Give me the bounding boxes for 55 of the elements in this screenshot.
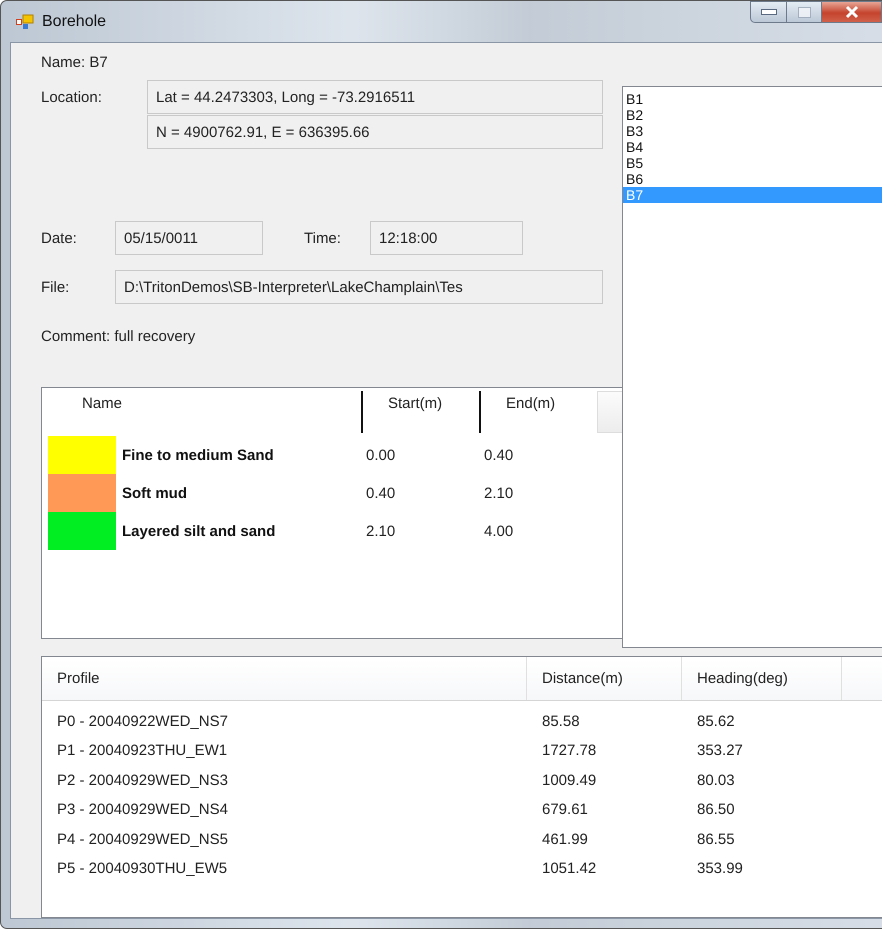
table-cell-text: 2.10: [483, 484, 514, 502]
close-button[interactable]: [822, 1, 882, 23]
minimize-button[interactable]: [750, 1, 787, 23]
app-icon: [16, 14, 34, 30]
date-field: 05/15/0011: [115, 221, 263, 255]
time-label: Time:: [304, 230, 342, 246]
table-cell-text: 0.40: [365, 484, 396, 502]
location-field: N = 4900762.91, E = 636395.66: [147, 115, 603, 149]
table-cell-text: 1051.42: [541, 860, 598, 878]
window-title: Borehole: [42, 12, 108, 30]
column-header[interactable]: Heading(deg): [682, 656, 842, 700]
table-cell-text: 461.99: [541, 830, 589, 848]
table-cell-text: 353.99: [696, 860, 744, 878]
table-cell-text: P3 - 20040929WED_NS4: [56, 801, 229, 818]
table-cell-text: 1009.49: [541, 772, 598, 789]
list-item[interactable]: B6: [623, 171, 882, 187]
table-cell-text: 353.27: [696, 742, 744, 760]
table-cell-text: 85.62: [696, 712, 736, 730]
table-cell-text: 4.00: [483, 522, 514, 540]
list-item[interactable]: B2: [623, 107, 882, 123]
table-cell-text: 2.10: [365, 522, 396, 540]
location-field: Lat = 44.2473303, Long = -73.2916511: [147, 80, 603, 114]
list-item[interactable]: B3: [623, 123, 882, 139]
file-label: File:: [41, 278, 70, 296]
table-cell-text: 1727.78: [541, 742, 598, 760]
list-item[interactable]: B1: [623, 91, 882, 107]
date-label: Date:: [41, 230, 78, 246]
list-item[interactable]: B4: [623, 139, 882, 155]
table-cell-text: P1 - 20040923THU_EW1: [56, 742, 228, 760]
table-cell-text: 85.58: [541, 712, 581, 730]
layer-name: Fine to medium Sand: [121, 446, 275, 464]
layer-name: Layered silt and sand: [121, 522, 276, 540]
layer-name: Soft mud: [121, 484, 188, 502]
list-item[interactable]: B5: [623, 155, 882, 171]
file-field: D:\TritonDemos\SB-Interpreter\LakeChamplain\Tes: [115, 270, 603, 304]
table-cell-text: 679.61: [541, 801, 589, 818]
table-cell-text: P4 - 20040929WED_NS5: [56, 830, 229, 848]
time-field: 12:18:00: [370, 221, 523, 255]
column-header[interactable]: Distance(m): [527, 656, 682, 700]
table-cell-text: P2 - 20040929WED_NS3: [56, 772, 229, 789]
column-header[interactable]: Start(m): [361, 391, 479, 433]
table-cell-text: 86.50: [696, 801, 736, 818]
table-cell-text: 80.03: [696, 772, 736, 789]
name-label: Name: B7: [41, 54, 109, 73]
comment-text: Comment: full recovery: [41, 328, 196, 345]
maximize-button[interactable]: [787, 1, 822, 23]
column-header[interactable]: Profile: [42, 656, 527, 700]
close-icon: [844, 5, 860, 19]
table-cell-text: 0.00: [365, 446, 396, 464]
table-cell-text: P5 - 20040930THU_EW5: [56, 860, 228, 878]
column-header[interactable]: Name: [48, 391, 361, 436]
location-label: Location:: [41, 88, 103, 106]
table-cell-text: 0.40: [483, 446, 514, 464]
table-cell-text: 86.55: [696, 830, 736, 848]
table-cell-text: P0 - 20040922WED_NS7: [56, 712, 229, 730]
